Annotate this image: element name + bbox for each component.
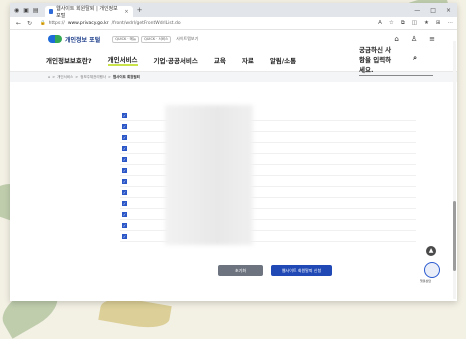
checkbox[interactable]: ✓ xyxy=(122,189,127,195)
nav-notice[interactable]: 알림/소통 xyxy=(270,55,296,65)
collections-icon[interactable]: ⊞ xyxy=(436,20,441,27)
favicon-icon xyxy=(48,9,54,14)
search-icon[interactable]: ⌕ xyxy=(413,54,417,63)
browser-tab[interactable]: 웹사이트 회원탈퇴 | 개인정보 포털 × xyxy=(44,5,133,19)
workspace-icon[interactable]: ▣ xyxy=(23,7,29,14)
url-field[interactable]: 🔒 https://www.privacy.go.kr/front/wdrl/g… xyxy=(40,21,340,26)
scrollbar-thumb[interactable] xyxy=(453,201,456,271)
sitemap-link[interactable]: 사이트맵보기 xyxy=(176,36,198,42)
breadcrumb-item[interactable]: 개인서비스 xyxy=(57,75,73,80)
checkbox[interactable]: ✓ xyxy=(122,211,127,217)
maximize-button[interactable]: □ xyxy=(430,7,436,14)
back-icon[interactable]: ← xyxy=(16,20,21,27)
user-icon[interactable]: ♙ xyxy=(411,35,417,43)
search-placeholder: 궁금하신 사항을 입력하세요. xyxy=(359,45,392,74)
breadcrumb-item[interactable]: 정보주체권리행사 xyxy=(80,75,106,80)
checkbox[interactable]: ✓ xyxy=(122,123,127,129)
blurred-site-names xyxy=(165,105,253,245)
nav-personal-service[interactable]: 개인서비스 xyxy=(107,54,138,66)
lock-icon: 🔒 xyxy=(40,20,46,26)
favorite-icon[interactable]: ☆ xyxy=(389,20,394,27)
menu-icon[interactable]: ≡ xyxy=(429,35,435,43)
withdraw-submit-button[interactable]: 웹사이트 회원탈퇴 신청 xyxy=(271,265,332,276)
checkbox[interactable]: ✓ xyxy=(122,145,127,151)
profile-icon[interactable]: ◉ xyxy=(14,7,19,14)
scroll-top-button[interactable]: ▲ xyxy=(426,246,436,256)
logo-icon[interactable] xyxy=(48,35,62,43)
nav-privacy-about[interactable]: 개인정보보호란? xyxy=(46,55,92,65)
site-search[interactable]: 궁금하신 사항을 입력하세요. ⌕ xyxy=(359,44,433,76)
more-icon[interactable]: ⋯ xyxy=(448,20,454,27)
action-buttons: 초기화 웹사이트 회원탈퇴 신청 xyxy=(218,265,332,276)
quick-service-pill[interactable]: QUICK · 서비스 xyxy=(141,35,172,43)
checkbox[interactable]: ✓ xyxy=(122,178,127,184)
reload-icon[interactable]: ↻ xyxy=(27,20,32,27)
quick-menu-pill[interactable]: QUICK · 메뉴 xyxy=(112,35,140,43)
chatbot-label: 챗봇상담 xyxy=(420,279,432,283)
checkbox[interactable]: ✓ xyxy=(122,222,127,228)
split-screen-icon[interactable]: ◫ xyxy=(412,20,417,27)
reset-button[interactable]: 초기화 xyxy=(218,265,263,276)
scrollbar[interactable] xyxy=(453,41,456,299)
tab-list-icon[interactable]: ▤ xyxy=(33,7,39,14)
checkbox[interactable]: ✓ xyxy=(122,112,127,118)
new-tab-button[interactable]: + xyxy=(137,6,143,14)
checkbox[interactable]: ✓ xyxy=(122,200,127,206)
tab-bar: ◉ ▣ ▤ 웹사이트 회원탈퇴 | 개인정보 포털 × + — □ × xyxy=(10,3,457,19)
checkbox[interactable]: ✓ xyxy=(122,233,127,239)
chatbot-icon[interactable] xyxy=(424,262,440,278)
url-path: /front/wdrl/getFrontWdrlList.do xyxy=(111,20,181,26)
minimize-button[interactable]: — xyxy=(414,7,420,14)
checkbox[interactable]: ✓ xyxy=(122,156,127,162)
close-tab-icon[interactable]: × xyxy=(124,9,128,15)
nav-education[interactable]: 교육 xyxy=(214,55,226,65)
tab-title: 웹사이트 회원탈퇴 | 개인정보 포털 xyxy=(56,5,118,19)
favorites-list-icon[interactable]: ★ xyxy=(424,20,429,27)
checkbox[interactable]: ✓ xyxy=(122,134,127,140)
home-icon[interactable]: ⌂ xyxy=(394,35,398,43)
nav-resources[interactable]: 자료 xyxy=(242,55,254,65)
url-domain: www.privacy.go.kr xyxy=(67,20,109,26)
close-window-button[interactable]: × xyxy=(446,7,451,14)
extensions-icon[interactable]: ⧉ xyxy=(401,20,405,27)
main-navigation: 개인정보보호란? 개인서비스 기업·공공서비스 교육 자료 알림/소통 궁금하신… xyxy=(10,46,457,76)
checkbox[interactable]: ✓ xyxy=(122,167,127,173)
site-logo-text[interactable]: 개인정보 포털 xyxy=(65,35,100,44)
url-prefix: https:// xyxy=(48,20,65,26)
breadcrumb-current: 웹사이트 회원탈퇴 xyxy=(112,74,140,79)
read-aloud-icon[interactable]: A xyxy=(378,20,382,27)
nav-business-service[interactable]: 기업·공공서비스 xyxy=(154,55,198,65)
address-bar-row: ← ↻ 🔒 https://www.privacy.go.kr/front/wd… xyxy=(10,17,457,30)
home-icon[interactable]: ⌂ xyxy=(48,75,50,79)
